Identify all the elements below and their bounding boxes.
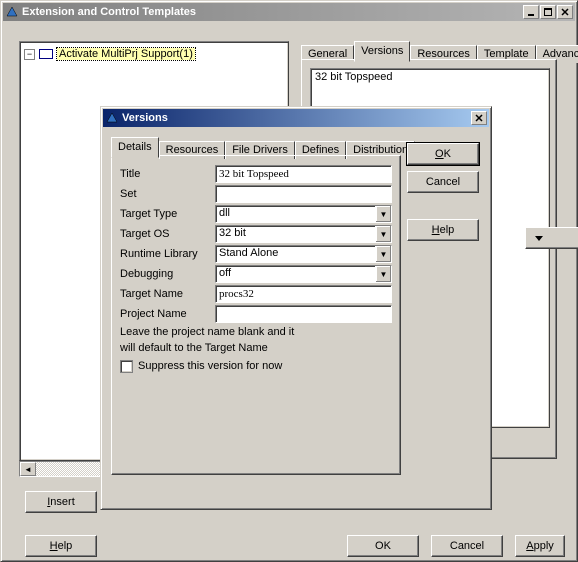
tree-item[interactable]: − Activate MultiPrj Support(1)	[24, 46, 284, 62]
chevron-down-icon	[534, 234, 544, 242]
tree-collapse-icon[interactable]: −	[24, 49, 35, 60]
main-titlebar: Extension and Control Templates	[3, 3, 575, 21]
set-label: Set	[120, 188, 215, 200]
title-input[interactable]	[215, 165, 392, 183]
close-button[interactable]	[557, 5, 573, 19]
dialog-title: Versions	[122, 112, 168, 124]
target-type-combo[interactable]: dll ▼	[215, 205, 392, 223]
set-input[interactable]	[215, 185, 392, 203]
target-type-label: Target Type	[120, 208, 215, 220]
target-name-input[interactable]	[215, 285, 392, 303]
dialog-cancel-button[interactable]: Cancel	[407, 171, 479, 193]
app-icon	[105, 111, 119, 125]
suppress-label: Suppress this version for now	[138, 360, 282, 372]
target-type-value: dll	[216, 206, 375, 222]
minimize-button[interactable]	[523, 5, 539, 19]
dialog-close-button[interactable]	[471, 111, 487, 125]
title-label: Title	[120, 168, 215, 180]
list-item[interactable]: 32 bit Topspeed	[311, 69, 549, 85]
dialog-ok-button[interactable]: OK	[407, 143, 479, 165]
main-title: Extension and Control Templates	[22, 6, 196, 18]
template-icon	[39, 49, 53, 59]
chevron-down-icon[interactable]: ▼	[375, 226, 391, 242]
tree-item-label[interactable]: Activate MultiPrj Support(1)	[57, 48, 195, 60]
runtime-library-label: Runtime Library	[120, 248, 215, 260]
cancel-button[interactable]: Cancel	[431, 535, 503, 557]
tab-versions[interactable]: Versions	[354, 41, 410, 62]
debugging-combo[interactable]: off ▼	[215, 265, 392, 283]
chevron-down-icon[interactable]: ▼	[375, 266, 391, 282]
app-icon	[5, 5, 19, 19]
runtime-library-combo[interactable]: Stand Alone ▼	[215, 245, 392, 263]
note-line-2: will default to the Target Name	[112, 340, 400, 356]
runtime-library-value: Stand Alone	[216, 246, 375, 262]
insert-button[interactable]: Insert	[25, 491, 97, 513]
ok-button[interactable]: OK	[347, 535, 419, 557]
debugging-label: Debugging	[120, 268, 215, 280]
tab-details[interactable]: Details	[111, 137, 159, 158]
dropdown-button[interactable]	[525, 227, 578, 249]
versions-dialog: Versions Details Resources File Drivers …	[100, 106, 492, 510]
help-button[interactable]: Help	[25, 535, 97, 557]
debugging-value: off	[216, 266, 375, 282]
chevron-down-icon[interactable]: ▼	[375, 206, 391, 222]
dialog-help-button[interactable]: Help	[407, 219, 479, 241]
maximize-button[interactable]	[540, 5, 556, 19]
project-name-label: Project Name	[120, 308, 215, 320]
project-name-input[interactable]	[215, 305, 392, 323]
apply-button[interactable]: Apply	[515, 535, 565, 557]
target-os-combo[interactable]: 32 bit ▼	[215, 225, 392, 243]
chevron-down-icon[interactable]: ▼	[375, 246, 391, 262]
details-tab-page: Title Set Target Type dll ▼ Target OS 32…	[111, 155, 401, 475]
suppress-checkbox[interactable]	[120, 360, 133, 373]
target-os-value: 32 bit	[216, 226, 375, 242]
scroll-left-icon[interactable]: ◄	[20, 462, 36, 476]
target-os-label: Target OS	[120, 228, 215, 240]
dialog-titlebar: Versions	[103, 109, 489, 127]
note-line-1: Leave the project name blank and it	[112, 324, 400, 340]
target-name-label: Target Name	[120, 288, 215, 300]
